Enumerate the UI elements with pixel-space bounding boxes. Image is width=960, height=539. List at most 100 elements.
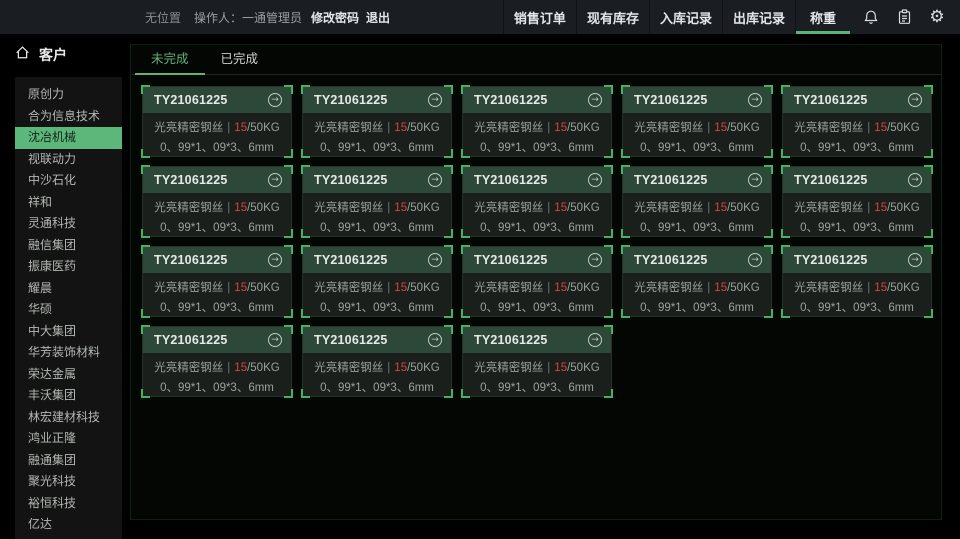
sidebar-customer-item[interactable]: 中大集团: [15, 321, 122, 343]
customer-name: 沈冶机械: [28, 130, 76, 144]
arrow-right-circle-icon[interactable]: →: [588, 173, 602, 187]
sidebar-customer-item[interactable]: 华硕: [15, 299, 122, 321]
weighing-card[interactable]: TY21061225 → 光亮精密钢丝|15/50KG 0、99*1、09*3、…: [302, 246, 452, 317]
divider: |: [703, 282, 714, 294]
card-body: 光亮精密钢丝|15/50KG 0、99*1、09*3、6mm: [143, 193, 291, 238]
sidebar-customer-item[interactable]: 华芳装饰材料: [15, 342, 122, 364]
arrow-right-circle-icon[interactable]: →: [748, 253, 762, 267]
sidebar-customer-item[interactable]: 振康医药: [15, 256, 122, 278]
unit-weight: /50KG: [407, 282, 440, 294]
arrow-right-circle-icon[interactable]: →: [588, 333, 602, 347]
arrow-right-circle-icon[interactable]: →: [908, 93, 922, 107]
spec-line: 0、99*1、09*3、6mm: [787, 138, 927, 158]
arrow-right-circle-icon[interactable]: →: [588, 253, 602, 267]
gear-icon[interactable]: ⚙: [928, 8, 946, 26]
bell-icon[interactable]: [862, 8, 880, 26]
weighing-card[interactable]: TY21061225 → 光亮精密钢丝|15/50KG 0、99*1、09*3、…: [142, 246, 292, 317]
arrow-right-circle-icon[interactable]: →: [748, 173, 762, 187]
divider: |: [383, 282, 394, 294]
weighing-card[interactable]: TY21061225 → 光亮精密钢丝|15/50KG 0、99*1、09*3、…: [622, 166, 772, 237]
arrow-right-circle-icon[interactable]: →: [268, 93, 282, 107]
topbar-icons: ⚙: [850, 0, 960, 34]
arrow-right-circle-icon[interactable]: →: [908, 253, 922, 267]
arrow-right-circle-icon[interactable]: →: [268, 173, 282, 187]
clipboard-icon[interactable]: [895, 8, 913, 26]
arrow-right-circle-icon[interactable]: →: [428, 93, 442, 107]
nav-sales-orders[interactable]: 销售订单: [503, 0, 576, 34]
sidebar-customer-item[interactable]: 裕恒科技: [15, 493, 122, 515]
order-number: TY21061225: [634, 253, 708, 267]
sidebar-customer-item[interactable]: 融信集团: [15, 235, 122, 257]
quantity-value: 15: [234, 362, 247, 374]
weighing-card[interactable]: TY21061225 → 光亮精密钢丝|15/50KG 0、99*1、09*3、…: [142, 326, 292, 397]
customer-name: 原创力: [28, 87, 64, 101]
weighing-card[interactable]: TY21061225 → 光亮精密钢丝|15/50KG 0、99*1、09*3、…: [462, 326, 612, 397]
weighing-card[interactable]: TY21061225 → 光亮精密钢丝|15/50KG 0、99*1、09*3、…: [622, 86, 772, 157]
arrow-right-circle-icon[interactable]: →: [908, 173, 922, 187]
sidebar-customer-item[interactable]: 融通集团: [15, 450, 122, 472]
divider: |: [543, 362, 554, 374]
arrow-right-circle-icon[interactable]: →: [268, 253, 282, 267]
weighing-card[interactable]: TY21061225 → 光亮精密钢丝|15/50KG 0、99*1、09*3、…: [142, 86, 292, 157]
sidebar-customer-item[interactable]: 视联动力: [15, 149, 122, 171]
unit-weight: /50KG: [887, 282, 920, 294]
sidebar-customer-item[interactable]: 鸿业正隆: [15, 428, 122, 450]
sidebar-customer-item[interactable]: 灵通科技: [15, 213, 122, 235]
tab-finished[interactable]: 已完成: [205, 45, 275, 74]
sidebar-header: 客户: [15, 46, 122, 64]
nav-item-label: 入库记录: [660, 8, 712, 27]
customer-name: 合为信息技术: [28, 109, 100, 123]
logout-link[interactable]: 退出: [366, 9, 390, 26]
nav-outbound-records[interactable]: 出库记录: [722, 0, 795, 34]
sidebar-customer-item[interactable]: 中沙石化: [15, 170, 122, 192]
sidebar-customer-item[interactable]: 沈冶机械: [15, 127, 122, 149]
weighing-card[interactable]: TY21061225 → 光亮精密钢丝|15/50KG 0、99*1、09*3、…: [302, 326, 452, 397]
material-line: 光亮精密钢丝|15/50KG: [787, 278, 927, 298]
sidebar-customer-item[interactable]: 丰沃集团: [15, 385, 122, 407]
tab-label: 已完成: [221, 52, 259, 66]
sidebar-customer-item[interactable]: 亿达: [15, 514, 122, 536]
sidebar-customer-item[interactable]: 原创力: [15, 84, 122, 106]
unit-weight: /50KG: [727, 282, 760, 294]
nav-current-inventory[interactable]: 现有库存: [576, 0, 649, 34]
material-name: 光亮精密钢丝: [154, 362, 223, 374]
sidebar-customer-item[interactable]: 聚光科技: [15, 471, 122, 493]
change-password-link[interactable]: 修改密码: [311, 9, 359, 26]
arrow-right-circle-icon[interactable]: →: [428, 253, 442, 267]
arrow-right-circle-icon[interactable]: →: [588, 93, 602, 107]
sidebar-customer-item[interactable]: 祥和: [15, 192, 122, 214]
weighing-card[interactable]: TY21061225 → 光亮精密钢丝|15/50KG 0、99*1、09*3、…: [462, 246, 612, 317]
weighing-card[interactable]: TY21061225 → 光亮精密钢丝|15/50KG 0、99*1、09*3、…: [622, 246, 772, 317]
material-name: 光亮精密钢丝: [474, 362, 543, 374]
customer-name: 裕恒科技: [28, 496, 76, 510]
corner-bracket: [604, 309, 613, 318]
order-number: TY21061225: [794, 253, 868, 267]
weighing-card[interactable]: TY21061225 → 光亮精密钢丝|15/50KG 0、99*1、09*3、…: [302, 86, 452, 157]
tab-unfinished[interactable]: 未完成: [135, 45, 205, 74]
material-name: 光亮精密钢丝: [314, 282, 383, 294]
arrow-right-circle-icon[interactable]: →: [428, 333, 442, 347]
weighing-card[interactable]: TY21061225 → 光亮精密钢丝|15/50KG 0、99*1、09*3、…: [462, 86, 612, 157]
weighing-card[interactable]: TY21061225 → 光亮精密钢丝|15/50KG 0、99*1、09*3、…: [782, 246, 932, 317]
spec-line: 0、99*1、09*3、6mm: [467, 218, 607, 238]
sidebar-customer-item[interactable]: 耀晨: [15, 278, 122, 300]
weighing-card[interactable]: TY21061225 → 光亮精密钢丝|15/50KG 0、99*1、09*3、…: [462, 166, 612, 237]
order-number: TY21061225: [154, 333, 228, 347]
arrow-right-circle-icon[interactable]: →: [428, 173, 442, 187]
arrow-right-circle-icon[interactable]: →: [748, 93, 762, 107]
sidebar-customer-item[interactable]: 林宏建材科技: [15, 407, 122, 429]
divider: |: [703, 122, 714, 134]
arrow-right-circle-icon[interactable]: →: [268, 333, 282, 347]
weighing-card[interactable]: TY21061225 → 光亮精密钢丝|15/50KG 0、99*1、09*3、…: [782, 86, 932, 157]
tab-label: 未完成: [151, 52, 189, 66]
sidebar-customer-item[interactable]: 荣达金属: [15, 364, 122, 386]
customer-name: 亿达: [28, 517, 52, 531]
nav-inbound-records[interactable]: 入库记录: [649, 0, 722, 34]
nav-weighing[interactable]: 称重: [795, 0, 850, 34]
weighing-card[interactable]: TY21061225 → 光亮精密钢丝|15/50KG 0、99*1、09*3、…: [142, 166, 292, 237]
card-body: 光亮精密钢丝|15/50KG 0、99*1、09*3、6mm: [143, 113, 291, 158]
corner-bracket: [284, 149, 293, 158]
weighing-card[interactable]: TY21061225 → 光亮精密钢丝|15/50KG 0、99*1、09*3、…: [782, 166, 932, 237]
sidebar-customer-item[interactable]: 合为信息技术: [15, 106, 122, 128]
weighing-card[interactable]: TY21061225 → 光亮精密钢丝|15/50KG 0、99*1、09*3、…: [302, 166, 452, 237]
